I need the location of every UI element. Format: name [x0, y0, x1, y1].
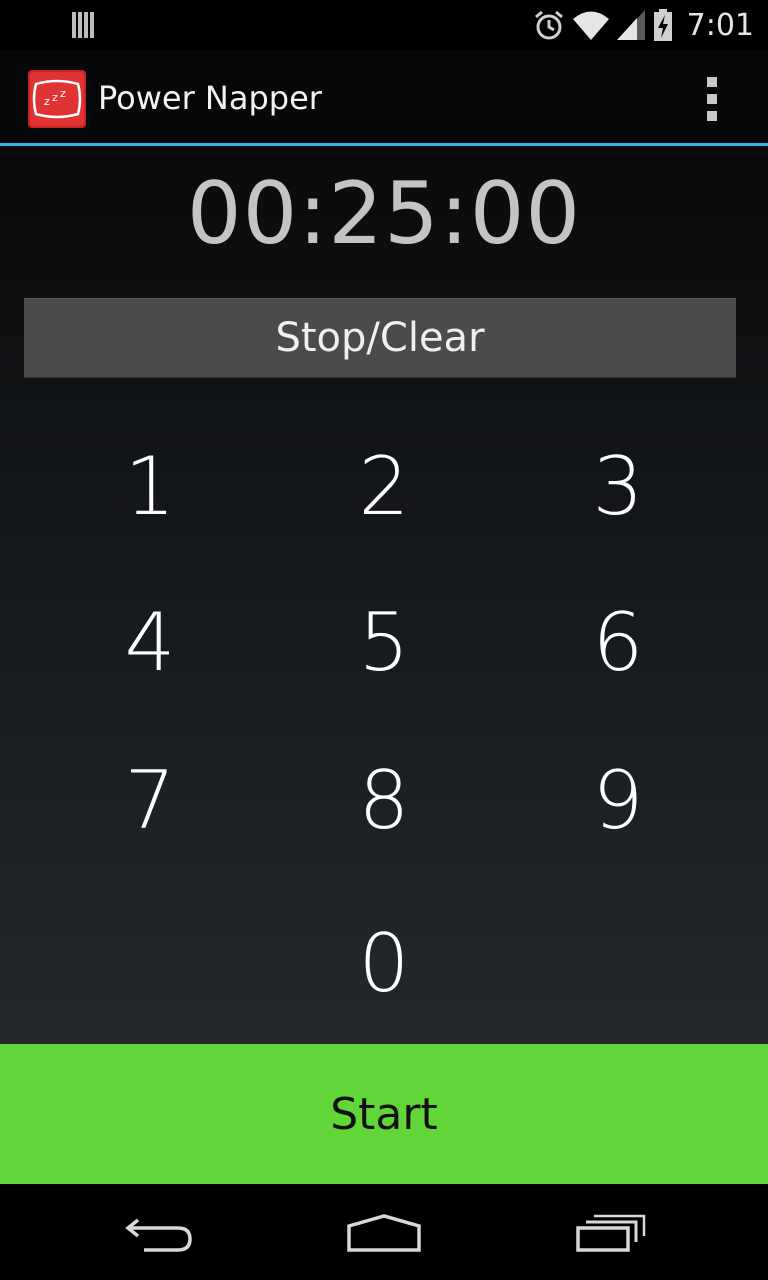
home-icon[interactable]	[339, 1206, 429, 1256]
wifi-icon	[572, 11, 609, 40]
action-bar: z z z Power Napper	[0, 50, 768, 143]
start-button[interactable]: Start	[0, 1044, 768, 1184]
app-title: Power Napper	[98, 79, 322, 117]
key-2[interactable]: 2	[284, 416, 484, 556]
navigation-bar	[0, 1184, 768, 1280]
stop-clear-button[interactable]: Stop/Clear	[24, 298, 736, 378]
key-6[interactable]: 6	[518, 572, 718, 712]
back-icon[interactable]	[116, 1206, 206, 1256]
overflow-menu-icon[interactable]	[700, 77, 724, 121]
recent-apps-icon[interactable]	[566, 1206, 656, 1256]
screen: 7:01 z z z Power Napper 00:25:00 Stop/Cl…	[0, 0, 768, 1280]
main-content: 00:25:00 Stop/Clear 1 2 3 4 5 6 7 8 9 0	[0, 146, 768, 1044]
cell-signal-icon	[616, 10, 645, 40]
svg-text:z: z	[44, 95, 50, 108]
svg-text:z: z	[60, 87, 66, 100]
key-7[interactable]: 7	[50, 730, 250, 870]
timer-display: 00:25:00	[186, 164, 582, 264]
status-bar: 7:01	[0, 0, 768, 50]
key-5[interactable]: 5	[284, 572, 484, 712]
overflow-dot	[707, 77, 717, 87]
status-icons: 7:01	[533, 5, 754, 45]
status-time: 7:01	[686, 7, 754, 43]
key-4[interactable]: 4	[50, 572, 250, 712]
key-1[interactable]: 1	[50, 416, 250, 556]
overflow-dot	[707, 111, 717, 121]
battery-charging-icon	[653, 9, 672, 41]
key-9[interactable]: 9	[518, 730, 718, 870]
alarm-clock-icon	[534, 10, 563, 40]
overflow-dot	[707, 94, 717, 104]
key-0[interactable]: 0	[284, 893, 484, 1033]
key-3[interactable]: 3	[518, 416, 718, 556]
notification-bars-icon	[72, 12, 94, 38]
sleeping-pillow-icon[interactable]: z z z	[28, 70, 86, 128]
key-8[interactable]: 8	[284, 730, 484, 870]
svg-text:z: z	[52, 91, 58, 104]
